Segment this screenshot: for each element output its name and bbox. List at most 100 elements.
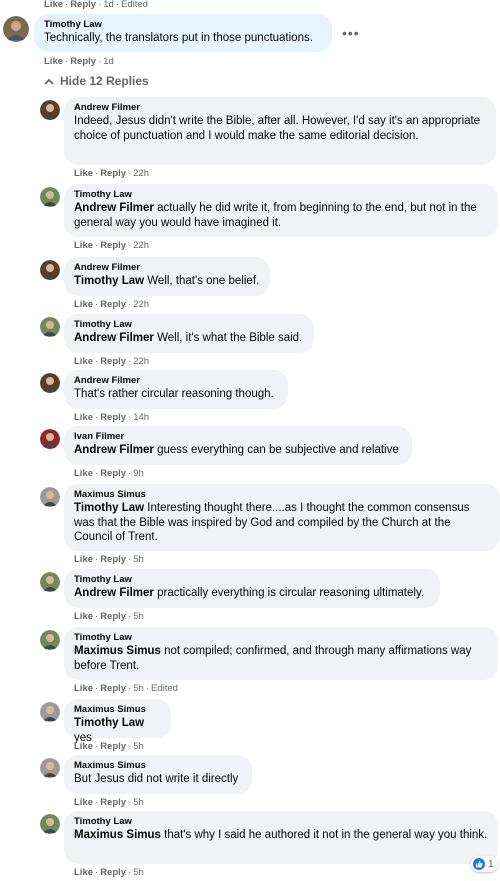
reply-text-line: Andrew Filmer actually he did write it, …: [74, 201, 489, 230]
like-link[interactable]: Like: [74, 299, 93, 310]
like-link[interactable]: Like: [74, 741, 93, 752]
reply-text-line: But Jesus did not write it directly: [74, 772, 243, 787]
comment-time: 1d: [103, 56, 114, 67]
more-options-icon[interactable]: •••: [342, 25, 360, 41]
mentioned-user[interactable]: Timothy Law: [74, 717, 144, 729]
reply-link[interactable]: Reply: [100, 683, 126, 694]
like-link[interactable]: Like: [74, 240, 93, 251]
reply-actions: Like · Reply · 5h: [74, 554, 144, 565]
reply-actions: Like · Reply · 5h: [74, 741, 144, 752]
reply-bubble: Andrew Filmer Indeed, Jesus didn't write …: [64, 97, 496, 165]
reply-link[interactable]: Reply: [100, 412, 126, 423]
reply-author[interactable]: Maximus Simus: [74, 489, 491, 501]
reply-author[interactable]: Andrew Filmer: [74, 375, 279, 387]
like-link[interactable]: Like: [74, 611, 93, 622]
reply-text-line: Maximus Simus not compiled; confirmed, a…: [74, 644, 489, 673]
reply-text-line: Timothy Law Well, that's one belief.: [74, 274, 261, 289]
reply-link[interactable]: Reply: [100, 611, 126, 622]
reply-link[interactable]: Reply: [100, 468, 126, 479]
reply-actions: Like · Reply · 5h · Edited: [74, 683, 178, 694]
hide-replies-label[interactable]: Hide 12 Replies: [60, 74, 149, 88]
reply-author[interactable]: Maximus Simus: [74, 760, 243, 772]
reply-author[interactable]: Andrew Filmer: [74, 262, 261, 274]
avatar[interactable]: [40, 758, 60, 778]
reply-bubble: Maximus Simus Timothy Law yes: [64, 699, 171, 744]
reply-link[interactable]: Reply: [100, 240, 126, 251]
reply-link[interactable]: Reply: [70, 56, 96, 67]
like-link[interactable]: Like: [74, 683, 93, 694]
comment-actions: Like · Reply · 1d: [44, 56, 114, 67]
reply-text-line: Andrew Filmer Well, it's what the Bible …: [74, 331, 305, 346]
mentioned-user[interactable]: Maximus Simus: [74, 645, 161, 657]
reply-author[interactable]: Timothy Law: [74, 632, 489, 644]
like-link[interactable]: Like: [74, 412, 93, 423]
mentioned-user[interactable]: Andrew Filmer: [74, 332, 154, 344]
reply-actions: Like · Reply · 22h: [74, 356, 150, 367]
avatar[interactable]: [40, 260, 60, 280]
reply-actions: Like · Reply · 22h: [74, 168, 150, 179]
previous-comment-actions: Like · Reply · 1d · Edited: [44, 0, 148, 10]
like-link[interactable]: Like: [74, 356, 93, 367]
avatar[interactable]: [40, 317, 60, 337]
reply-author[interactable]: Andrew Filmer: [74, 102, 487, 114]
reply-time: 5h: [133, 741, 144, 752]
reply-actions: Like · Reply · 22h: [74, 240, 150, 251]
like-link[interactable]: Like: [74, 867, 93, 878]
reply-author[interactable]: Timothy Law: [74, 319, 305, 331]
reply-author[interactable]: Ivan Filmer: [74, 431, 403, 443]
reply-text-line: Andrew Filmer guess everything can be su…: [74, 443, 403, 458]
edited-label: Edited: [120, 0, 148, 10]
reply-bubble: Timothy Law Maximus Simus that's why I sa…: [64, 811, 498, 864]
reply-link[interactable]: Reply: [100, 356, 126, 367]
avatar[interactable]: [40, 429, 60, 449]
reply-link[interactable]: Reply: [100, 299, 126, 310]
comment-author[interactable]: Timothy Law: [44, 19, 323, 31]
like-link[interactable]: Like: [74, 468, 93, 479]
like-link[interactable]: Like: [44, 56, 63, 67]
reply-link[interactable]: Reply: [100, 797, 126, 808]
mentioned-user[interactable]: Andrew Filmer: [74, 444, 154, 456]
reply-actions: Like · Reply · 14h: [74, 412, 150, 423]
mentioned-user[interactable]: Maximus Simus: [74, 829, 161, 841]
reply-author[interactable]: Timothy Law: [74, 574, 431, 586]
like-link[interactable]: Like: [74, 554, 93, 565]
reply-time: 22h: [133, 299, 150, 310]
reply-link[interactable]: Reply: [70, 0, 96, 10]
reply-link[interactable]: Reply: [100, 741, 126, 752]
reply-link[interactable]: Reply: [100, 867, 126, 878]
chevron-up-icon: [44, 74, 54, 88]
mentioned-user[interactable]: Timothy Law: [74, 502, 144, 514]
avatar[interactable]: [40, 373, 60, 393]
mentioned-user[interactable]: Andrew Filmer: [74, 587, 154, 599]
reaction-count[interactable]: 1: [471, 856, 498, 872]
reply-actions: Like · Reply · 5h: [74, 867, 144, 878]
reply-text-line: Indeed, Jesus didn't write the Bible, af…: [74, 114, 487, 143]
reply-bubble: Andrew Filmer That's rather circular reas…: [64, 370, 288, 409]
avatar[interactable]: [40, 702, 60, 722]
reply-text: But Jesus did not write it directly: [74, 773, 239, 785]
avatar[interactable]: [40, 572, 60, 592]
hide-replies-link[interactable]: Hide 12 Replies: [44, 74, 149, 88]
avatar[interactable]: [40, 487, 60, 507]
reply-bubble: Ivan Filmer Andrew Filmer guess everythin…: [64, 426, 412, 465]
reply-time: 5h: [133, 554, 144, 565]
reply-link[interactable]: Reply: [100, 168, 126, 179]
mentioned-user[interactable]: Timothy Law: [74, 275, 144, 287]
avatar[interactable]: [40, 814, 60, 834]
avatar[interactable]: [3, 16, 29, 42]
avatar[interactable]: [40, 187, 60, 207]
reply-author[interactable]: Timothy Law: [74, 189, 489, 201]
like-link[interactable]: Like: [74, 168, 93, 179]
reply-text: Indeed, Jesus didn't write the Bible, af…: [74, 115, 481, 142]
reply-time: 22h: [133, 356, 150, 367]
avatar[interactable]: [40, 630, 60, 650]
like-link[interactable]: Like: [74, 797, 93, 808]
reply-author[interactable]: Timothy Law: [74, 816, 489, 828]
avatar[interactable]: [40, 100, 60, 120]
reply-link[interactable]: Reply: [100, 554, 126, 565]
mentioned-user[interactable]: Andrew Filmer: [74, 202, 154, 214]
reply-bubble: Maximus Simus Timothy Law Interesting tho…: [64, 484, 500, 551]
reply-author[interactable]: Maximus Simus: [74, 704, 162, 716]
like-link[interactable]: Like: [44, 0, 63, 10]
comment-time: 1d: [103, 0, 114, 10]
